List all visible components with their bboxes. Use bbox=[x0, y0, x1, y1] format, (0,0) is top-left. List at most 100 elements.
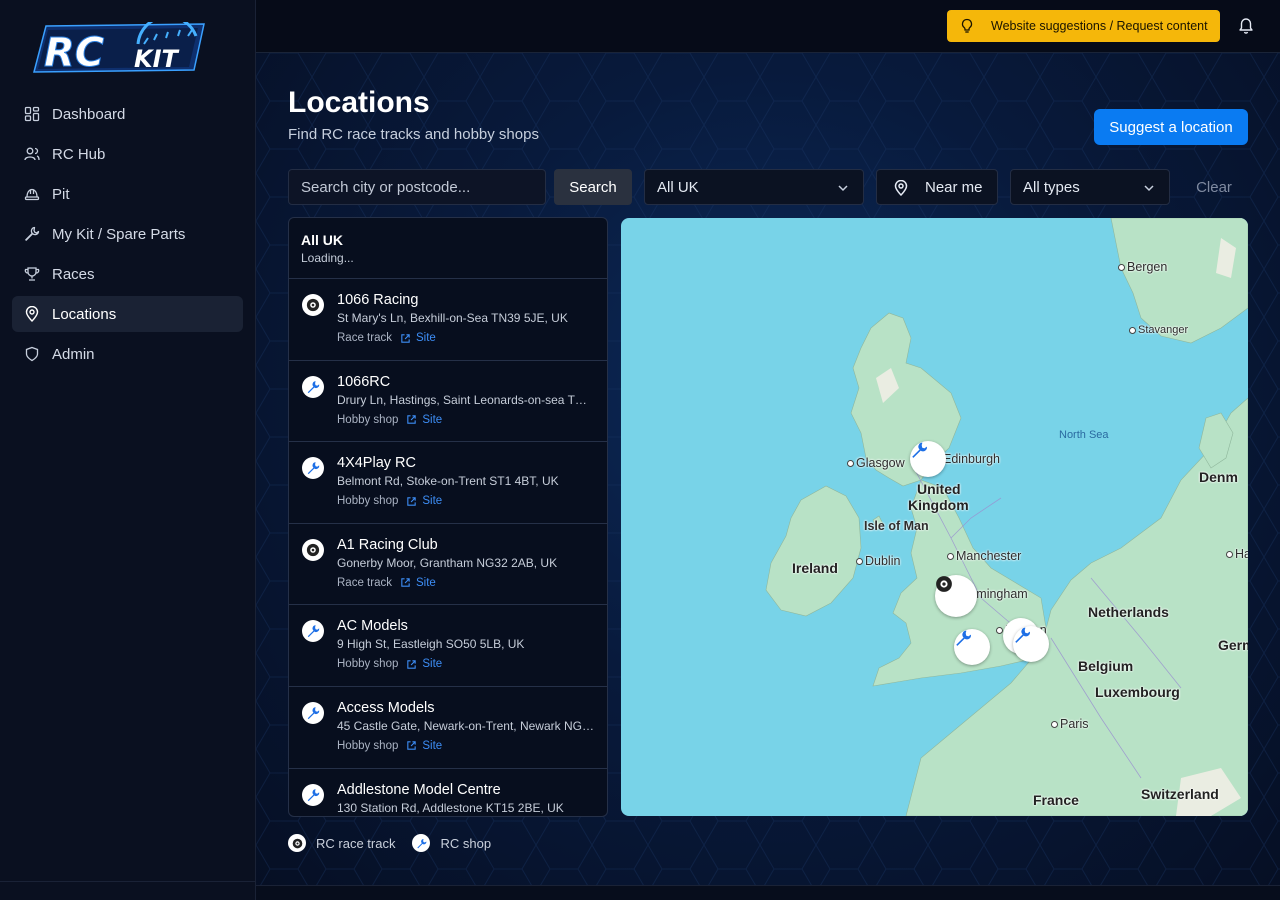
location-name: Access Models bbox=[337, 699, 435, 716]
map[interactable]: Bergen Stavanger North Sea Glasgow Edinb… bbox=[621, 218, 1248, 816]
wrench-icon bbox=[302, 783, 324, 806]
hard-hat-icon bbox=[24, 186, 40, 202]
map-marker-shop[interactable] bbox=[954, 629, 990, 665]
map-label-france: France bbox=[1033, 792, 1079, 808]
map-label-luxembourg: Luxembourg bbox=[1095, 684, 1180, 700]
map-label-kingdom: Kingdom bbox=[908, 497, 969, 513]
list-item[interactable]: 1066 Racing St Mary's Ln, Bexhill-on-Sea … bbox=[289, 279, 607, 361]
map-marker-shop[interactable] bbox=[910, 441, 946, 477]
sidebar-item-label: Admin bbox=[52, 345, 95, 363]
site-link[interactable]: Site bbox=[400, 577, 436, 589]
sidebar-item-admin[interactable]: Admin bbox=[12, 336, 243, 372]
site-link[interactable]: Site bbox=[406, 495, 442, 507]
sidebar-item-pit[interactable]: Pit bbox=[12, 176, 243, 212]
site-link-label: Site bbox=[415, 332, 436, 344]
location-meta: Hobby shop Site bbox=[337, 740, 442, 752]
site-link[interactable]: Site bbox=[406, 658, 442, 670]
location-name: 1066 Racing bbox=[337, 292, 419, 308]
search-input[interactable] bbox=[288, 169, 546, 205]
map-marker-shop[interactable] bbox=[1013, 626, 1049, 662]
location-meta: Hobby shop Site bbox=[337, 495, 442, 507]
map-label-dublin: Dublin bbox=[856, 554, 900, 568]
list-item[interactable]: AC Models 9 High St, Eastleigh SO50 5LB, … bbox=[289, 605, 607, 687]
main-content: Locations Find RC race tracks and hobby … bbox=[256, 53, 1280, 885]
sidebar-item-my-kit[interactable]: My Kit / Spare Parts bbox=[12, 216, 243, 252]
region-select-value: All UK bbox=[657, 178, 699, 196]
map-label-belgium: Belgium bbox=[1078, 658, 1134, 674]
clear-button[interactable]: Clear bbox=[1186, 169, 1242, 205]
map-label-switzerland: Switzerland bbox=[1141, 786, 1219, 802]
sidebar-nav: Dashboard RC Hub Pit My Kit / Spare Part… bbox=[12, 96, 243, 376]
location-name: 1066RC bbox=[337, 373, 391, 390]
near-me-label: Near me bbox=[925, 178, 983, 196]
type-select[interactable]: All types bbox=[1010, 169, 1170, 205]
map-legend: RC race track RC shop bbox=[288, 834, 508, 852]
external-link-icon bbox=[406, 496, 422, 507]
sidebar-item-locations[interactable]: Locations bbox=[12, 296, 243, 332]
chevron-down-icon bbox=[1144, 185, 1154, 192]
rc-kit-logo[interactable]: RC KIT bbox=[26, 15, 208, 77]
map-land bbox=[765, 218, 1248, 816]
location-type: Race track bbox=[337, 576, 392, 589]
location-name: 4X4Play RC bbox=[337, 455, 416, 472]
sidebar-item-label: RC Hub bbox=[52, 145, 106, 163]
sidebar-item-label: Dashboard bbox=[52, 105, 126, 123]
wrench-icon bbox=[302, 620, 324, 643]
list-item[interactable]: Access Models 45 Castle Gate, Newark-on-T… bbox=[289, 687, 607, 769]
legend-shop-label: RC shop bbox=[440, 835, 492, 851]
wrench-icon bbox=[412, 834, 431, 852]
shield-icon bbox=[24, 346, 40, 362]
list-header: All UK Loading... bbox=[289, 218, 607, 279]
bell-icon[interactable] bbox=[1238, 17, 1254, 35]
site-link[interactable]: Site bbox=[406, 740, 442, 752]
tire-icon bbox=[288, 834, 306, 852]
map-label-hamburg: Ha bbox=[1226, 547, 1248, 561]
website-suggestions-button[interactable]: Website suggestions / Request content bbox=[947, 10, 1220, 42]
location-type: Hobby shop bbox=[337, 413, 399, 426]
banner-label: Website suggestions / Request content bbox=[991, 19, 1208, 33]
location-meta: Race track Site bbox=[337, 332, 436, 344]
external-link-icon bbox=[406, 740, 422, 751]
near-me-button[interactable]: Near me bbox=[876, 169, 998, 205]
map-marker-track[interactable] bbox=[935, 575, 977, 617]
sidebar-item-label: Locations bbox=[52, 305, 117, 323]
external-link-icon bbox=[406, 414, 422, 425]
sidebar-item-dashboard[interactable]: Dashboard bbox=[12, 96, 243, 132]
svg-text:KIT: KIT bbox=[134, 45, 180, 73]
location-type: Hobby shop bbox=[337, 658, 399, 671]
location-address: Gonerby Moor, Grantham NG32 2AB, UK bbox=[337, 555, 558, 570]
site-link[interactable]: Site bbox=[400, 332, 436, 344]
location-address: Belmont Rd, Stoke-on-Trent ST1 4BT, UK bbox=[337, 474, 559, 489]
site-link[interactable]: Site bbox=[406, 414, 442, 426]
location-name: AC Models bbox=[337, 618, 408, 635]
map-label-denmark: Denm bbox=[1199, 469, 1238, 485]
footer-strip bbox=[256, 885, 1280, 900]
wrench-icon bbox=[302, 375, 324, 398]
sidebar-item-label: Pit bbox=[52, 185, 70, 203]
list-item[interactable]: Addlestone Model Centre 130 Station Rd, A… bbox=[289, 769, 607, 816]
dashboard-icon bbox=[24, 106, 40, 122]
location-meta: Hobby shop Site bbox=[337, 658, 442, 670]
page-title: Locations bbox=[288, 86, 430, 119]
page-subtitle: Find RC race tracks and hobby shops bbox=[288, 126, 539, 143]
sidebar-item-label: Races bbox=[52, 265, 95, 283]
map-label-manchester: Manchester bbox=[947, 549, 1021, 563]
location-address: 9 High St, Eastleigh SO50 5LB, UK bbox=[337, 637, 525, 652]
wrench-icon bbox=[912, 442, 927, 458]
list-items: 1066 Racing St Mary's Ln, Bexhill-on-Sea … bbox=[289, 279, 607, 816]
search-button[interactable]: Search bbox=[554, 169, 632, 205]
map-label-bergen: Bergen bbox=[1118, 260, 1167, 274]
sidebar: RC KIT Dashboard RC Hub Pit My Kit / Spa… bbox=[0, 0, 256, 900]
sidebar-item-rc-hub[interactable]: RC Hub bbox=[12, 136, 243, 172]
list-item[interactable]: A1 Racing Club Gonerby Moor, Grantham NG3… bbox=[289, 524, 607, 606]
map-label-netherlands: Netherlands bbox=[1088, 604, 1169, 620]
list-item[interactable]: 1066RC Drury Ln, Hastings, Saint Leonards… bbox=[289, 361, 607, 443]
region-select[interactable]: All UK bbox=[644, 169, 864, 205]
map-label-glasgow: Glasgow bbox=[847, 456, 905, 470]
map-label-isle-of-man: Isle of Man bbox=[864, 519, 929, 533]
top-bar: Website suggestions / Request content bbox=[256, 0, 1280, 53]
suggest-location-button[interactable]: Suggest a location bbox=[1094, 109, 1248, 145]
sidebar-item-races[interactable]: Races bbox=[12, 256, 243, 292]
list-item[interactable]: 4X4Play RC Belmont Rd, Stoke-on-Trent ST1… bbox=[289, 442, 607, 524]
location-meta: Race track Site bbox=[337, 577, 436, 589]
